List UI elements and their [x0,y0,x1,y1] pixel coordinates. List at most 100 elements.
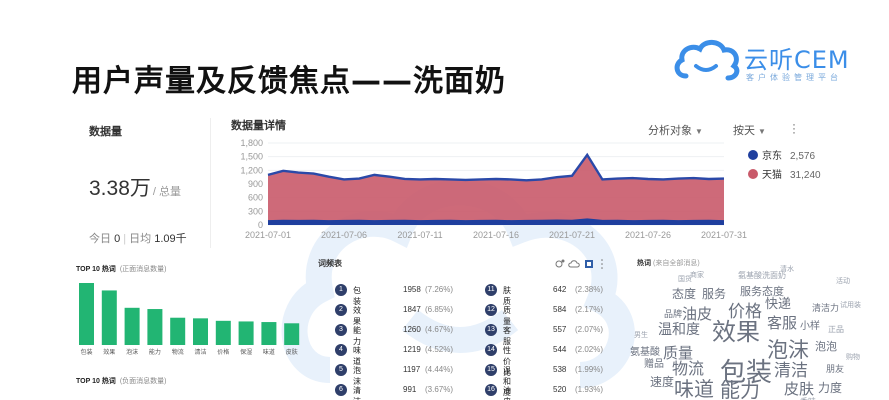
bar [261,322,277,345]
word-percent: (4.52%) [425,345,454,354]
legend-value: 31,240 [790,170,821,181]
cloud-icon[interactable] [568,260,580,268]
hot-word[interactable]: 态度 [672,288,696,300]
today-value: 0 [114,233,121,245]
y-tick-label: 900 [248,179,263,189]
hot-word[interactable]: 油皮 [682,307,712,322]
hot-word[interactable]: 清洁力 [812,305,839,314]
table-icon[interactable] [585,260,593,268]
y-tick-label: 1,200 [240,165,263,175]
x-tick-label: 2021-07-06 [321,230,367,240]
word-label: 效果 [353,306,361,326]
brand-logo: 云听CEM 客户体验管理平台 [672,38,862,88]
word-label: 清洁 [353,386,361,400]
hot-word[interactable]: 服务态度 [740,286,784,297]
hot-word[interactable]: 活动 [836,278,850,285]
more-options-icon[interactable] [601,259,603,269]
word-count: 1197 [403,365,421,374]
y-tick-label: 1,500 [240,152,263,162]
word-frequency-title: 词频表 [318,259,342,268]
word-count: 1260 [403,325,421,334]
bar [170,317,186,345]
top10-positive-label: TOP 10 热词 [76,266,116,273]
word-label: 包装 [353,286,361,306]
word-percent: (2.17%) [575,305,604,314]
hot-word[interactable]: 清水 [780,266,794,273]
bar-label: 能力 [149,348,161,356]
word-percent: (2.07%) [575,325,604,334]
word-count: 584 [553,305,567,314]
hot-word[interactable]: 快递 [765,298,791,311]
word-label: 油皮 [503,386,511,400]
hot-word[interactable]: 泡沫 [767,340,809,361]
hot-word[interactable]: 赠品 [644,360,664,370]
rank-badge: 14 [485,344,497,356]
hot-word[interactable]: 商家 [690,272,704,279]
word-label: 客服 [503,326,511,346]
top10-negative-label: TOP 10 热词 [76,378,116,385]
word-label: 味道 [353,346,361,366]
top10-negative-subtitle: (负面消息数量) [119,378,167,385]
network-icon[interactable] [555,259,565,268]
hot-word[interactable]: 清洁 [774,363,808,380]
hot-word[interactable]: 氨基酸 [630,348,660,358]
hot-word[interactable]: 泡泡 [815,341,837,352]
top10-negative-title: TOP 10 热词 (负面消息数量) [76,376,166,386]
legend-item-jd[interactable]: 京东 2,576 [748,146,815,164]
hot-word[interactable]: 味道 [674,379,714,399]
hot-word[interactable]: 效果 [712,320,760,344]
y-tick-label: 600 [248,193,263,203]
bar [215,320,231,345]
x-tick-label: 2021-07-21 [549,230,595,240]
top10-positive-title: TOP 10 热词 (正面消息数量) [76,264,166,274]
word-label: 质量 [503,306,511,326]
hot-word[interactable]: 国货 [678,276,692,283]
bar-label: 效果 [103,348,115,356]
hot-word[interactable]: 价格 [728,304,762,321]
hot-word[interactable]: 购物 [846,354,860,361]
legend-value: 2,576 [790,151,816,162]
x-tick-label: 2021-07-26 [625,230,671,240]
hot-word[interactable]: 温和度 [658,323,700,337]
page-title: 用户声量及反馈焦点——洗面奶 [72,64,506,99]
hot-word[interactable]: 品牌 [664,311,682,320]
hot-word[interactable]: 试用装 [840,302,861,309]
y-tick-label: 300 [248,206,263,216]
today-label: 今日 [89,233,111,245]
hot-word[interactable]: 速度 [650,376,674,388]
hot-word[interactable]: 小样 [800,322,820,332]
legend-item-tmall[interactable]: 天猫 31,240 [748,165,821,183]
bar-label: 保湿 [240,348,252,356]
y-tick-label: 0 [258,220,263,230]
hot-word[interactable]: 服务 [702,288,726,300]
x-tick-label: 2021-07-01 [245,230,291,240]
x-tick-label: 2021-07-16 [473,230,519,240]
bar-label: 味道 [263,348,275,356]
hot-word[interactable]: 氨基酸洗面奶 [738,272,786,280]
hot-word[interactable]: 力度 [818,382,842,394]
bar-label: 包装 [80,348,92,356]
rank-badge: 3 [335,324,347,336]
word-percent: (7.26%) [425,285,454,294]
hot-word[interactable]: 能力 [720,380,760,400]
bar-label: 物流 [172,348,184,356]
word-tools [555,259,603,269]
word-percent: (4.44%) [425,365,454,374]
hot-word[interactable]: 客服 [767,316,797,331]
top10-positive-subtitle: (正面消息数量) [119,266,167,273]
word-percent: (1.99%) [575,365,604,374]
hot-word[interactable]: 正品 [828,326,844,334]
volume-total: 3.38万 / 总量 [89,172,181,202]
series-line [267,152,725,182]
hot-word[interactable]: 皮肤 [784,382,814,397]
hot-word[interactable]: 朋友 [826,366,844,375]
hot-word[interactable]: 物流 [672,361,704,377]
more-options-icon[interactable]: · · · [791,118,797,138]
rank-badge: 11 [485,284,497,296]
bar-label: 泡沫 [126,348,138,356]
rank-badge: 16 [485,384,497,396]
hot-word[interactable]: 男生 [634,332,648,339]
bar [79,283,94,345]
rank-badge: 5 [335,364,347,376]
word-percent: (3.67%) [425,385,454,394]
